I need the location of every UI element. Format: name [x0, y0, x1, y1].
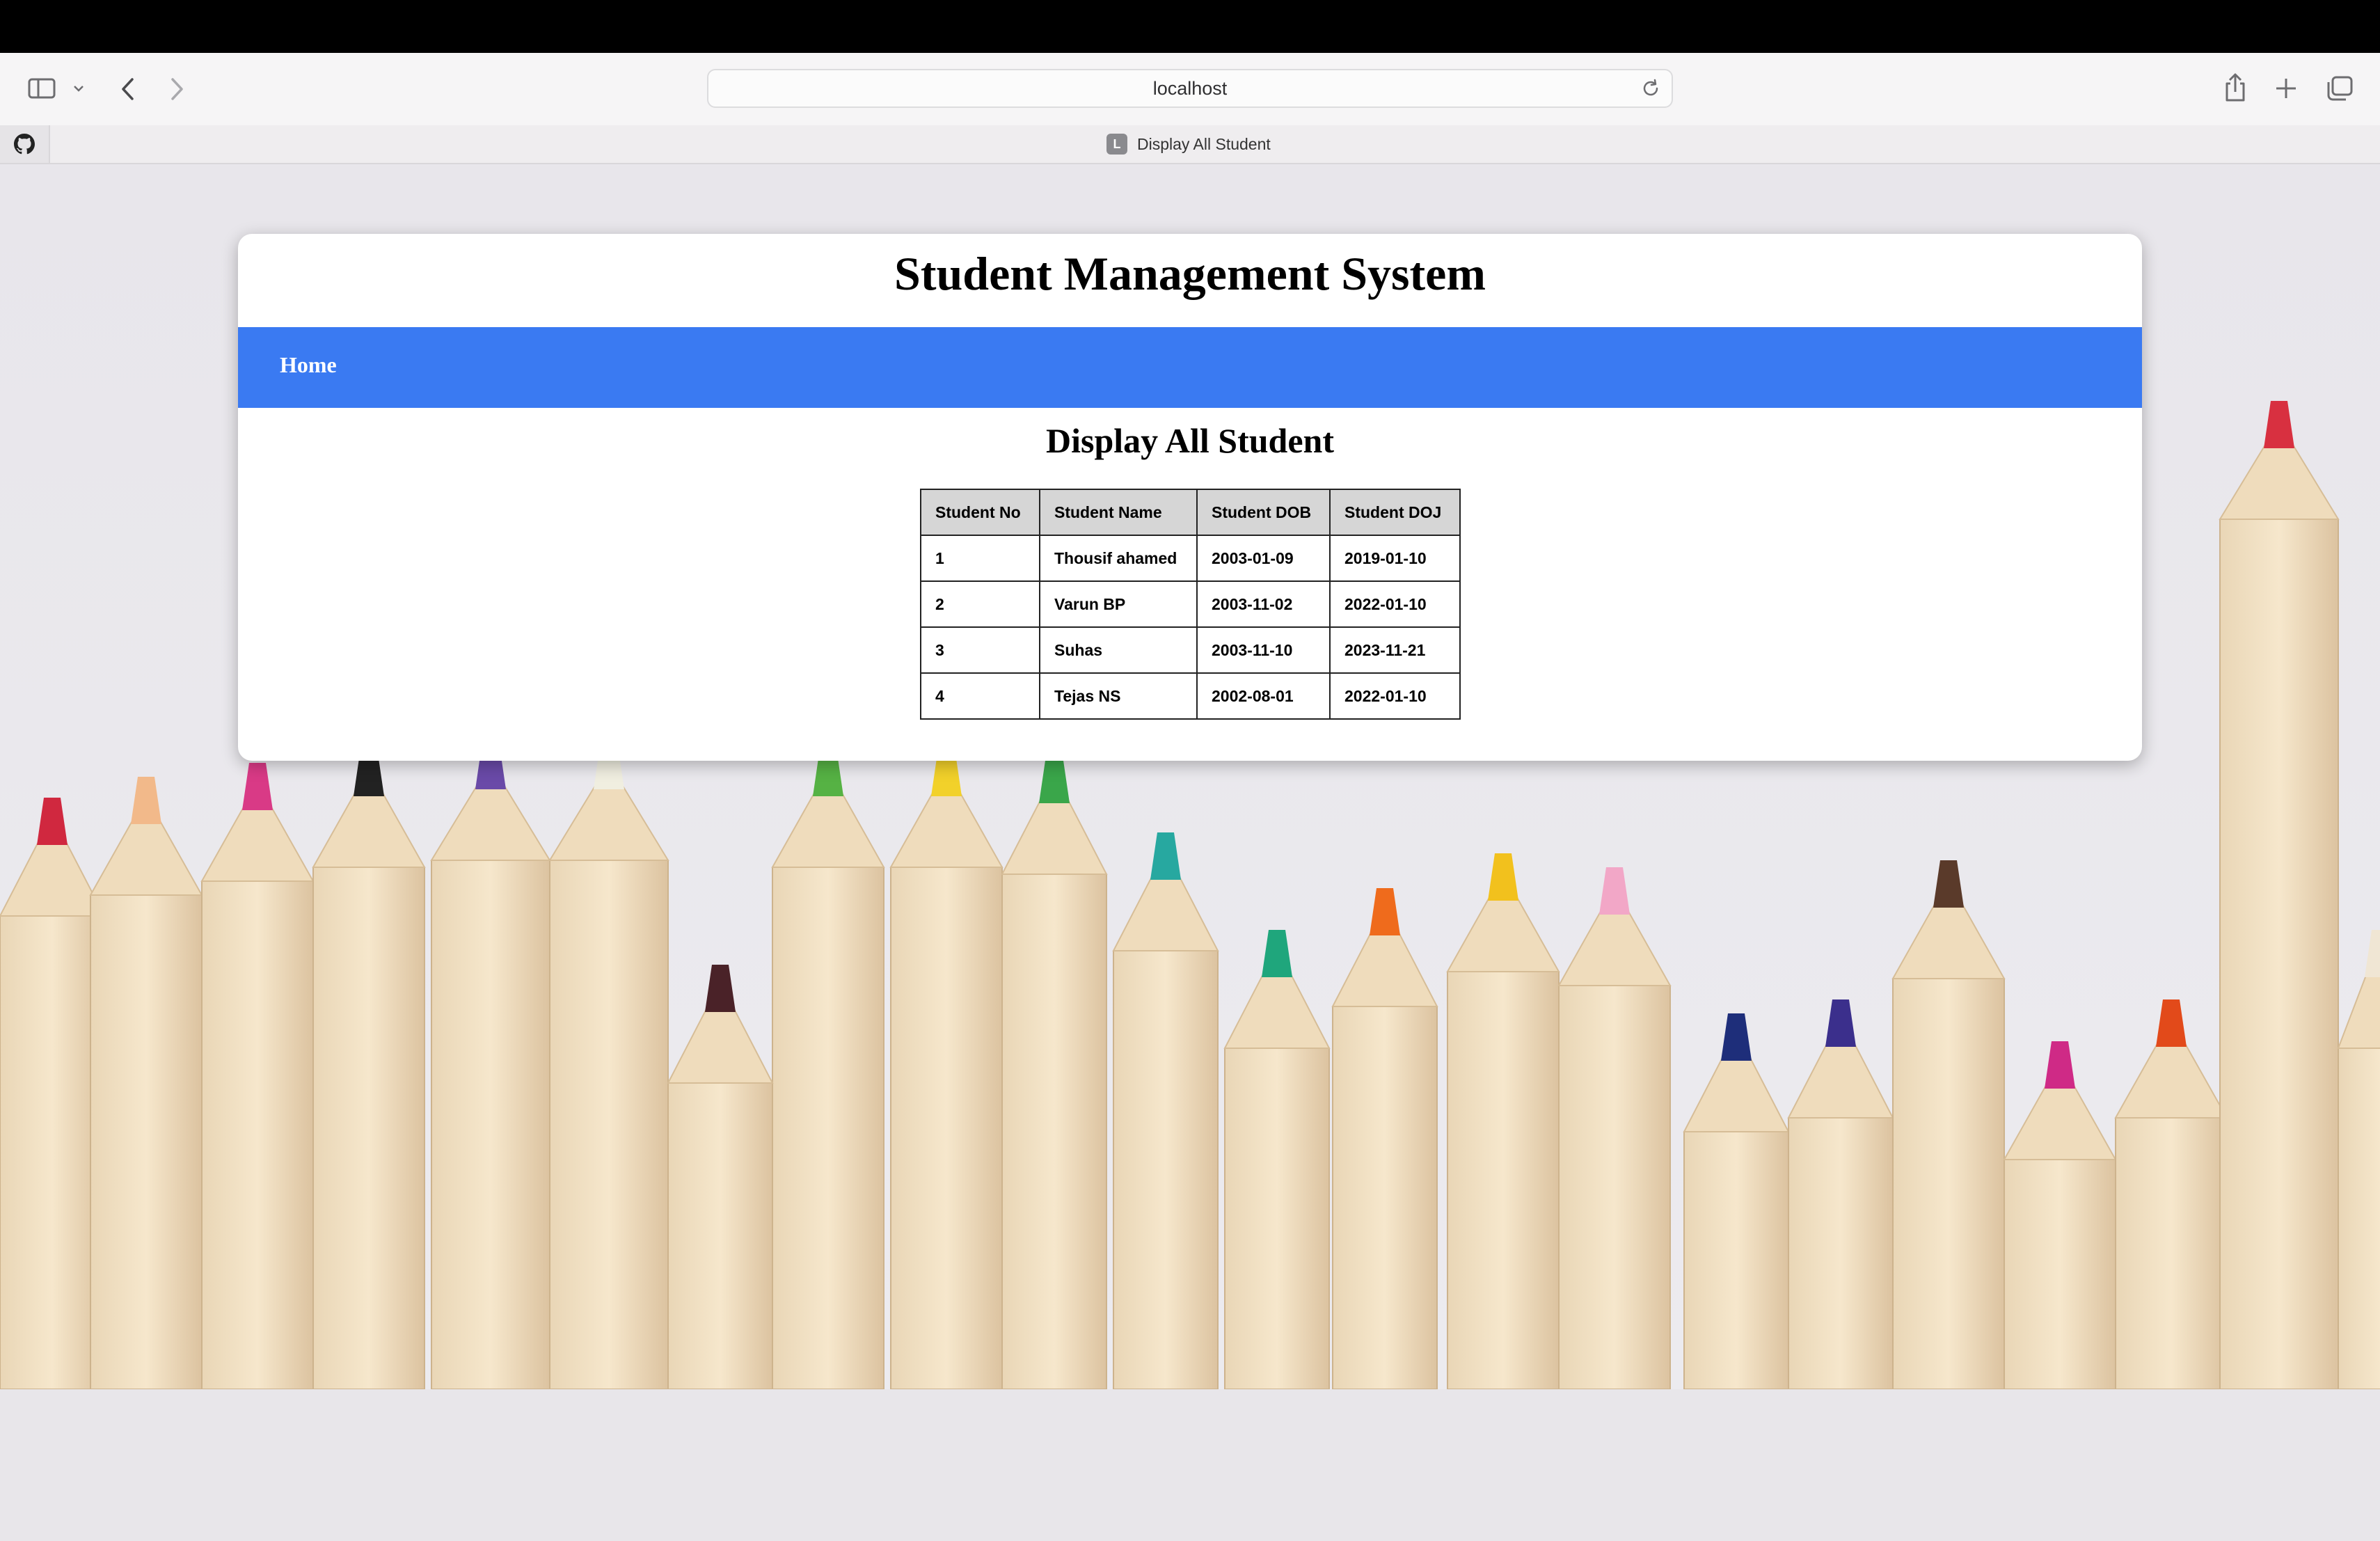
chevron-down-icon[interactable] — [72, 84, 85, 93]
column-header-student-no: Student No — [920, 489, 1040, 536]
cell-student-dob: 2003-11-10 — [1196, 626, 1331, 674]
share-icon[interactable] — [2223, 72, 2248, 103]
tab-favicon: L — [1106, 134, 1127, 155]
cell-student-name: Tejas NS — [1039, 672, 1198, 720]
site-title: Student Management System — [894, 247, 1486, 300]
table-row: 3 Suhas 2003-11-10 2023-11-21 — [920, 626, 1461, 674]
cell-student-name: Suhas — [1039, 626, 1198, 674]
cell-student-dob: 2003-01-09 — [1196, 535, 1331, 582]
nav-home-link[interactable]: Home — [280, 352, 337, 378]
tabs-overview-icon[interactable] — [2326, 75, 2354, 102]
cell-student-dob: 2002-08-01 — [1196, 672, 1331, 720]
page-heading: Display All Student — [1045, 421, 1334, 460]
page-bottom-area — [0, 1389, 2380, 1541]
cell-student-name: Thousif ahamed — [1039, 535, 1198, 582]
cell-student-name: Varun BP — [1039, 580, 1198, 628]
address-bar[interactable]: localhost — [707, 69, 1673, 108]
active-tab[interactable]: L Display All Student — [1106, 134, 1271, 155]
sidebar-icon[interactable] — [28, 77, 56, 100]
cell-student-doj: 2023-11-21 — [1329, 626, 1461, 674]
reload-icon[interactable] — [1640, 77, 1662, 100]
forward-icon[interactable] — [167, 77, 187, 102]
cell-student-doj: 2019-01-10 — [1329, 535, 1461, 582]
plus-icon[interactable] — [2274, 77, 2298, 100]
navbar: Home — [238, 327, 2142, 408]
page-viewport: Student Management System Home Display A… — [0, 164, 2380, 1541]
column-header-student-name: Student Name — [1039, 489, 1198, 536]
url-text: localhost — [1152, 77, 1228, 99]
cell-student-doj: 2022-01-10 — [1329, 580, 1461, 628]
pinned-tab[interactable] — [0, 125, 50, 163]
table-header-row: Student No Student Name Student DOB Stud… — [920, 489, 1461, 536]
browser-toolbar: localhost — [0, 53, 2380, 125]
tab-title-text: Display All Student — [1137, 134, 1271, 153]
back-icon[interactable] — [118, 77, 138, 102]
cell-student-no: 4 — [920, 672, 1040, 720]
cell-student-dob: 2003-11-02 — [1196, 580, 1331, 628]
table-row: 4 Tejas NS 2002-08-01 2022-01-10 — [920, 672, 1461, 720]
students-table: Student No Student Name Student DOB Stud… — [920, 489, 1461, 720]
main-card: Student Management System Home Display A… — [238, 234, 2142, 761]
system-menu-bar — [0, 0, 2380, 53]
table-row: 1 Thousif ahamed 2003-01-09 2019-01-10 — [920, 535, 1461, 582]
column-header-student-doj: Student DOJ — [1329, 489, 1461, 536]
cell-student-no: 2 — [920, 580, 1040, 628]
column-header-student-dob: Student DOB — [1196, 489, 1331, 536]
cell-student-doj: 2022-01-10 — [1329, 672, 1461, 720]
cell-student-no: 3 — [920, 626, 1040, 674]
github-icon — [14, 134, 35, 155]
cell-student-no: 1 — [920, 535, 1040, 582]
table-row: 2 Varun BP 2003-11-02 2022-01-10 — [920, 580, 1461, 628]
